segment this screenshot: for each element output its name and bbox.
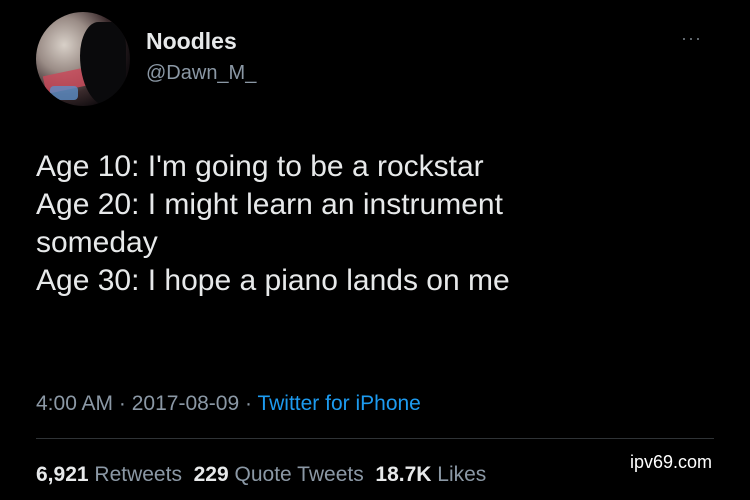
retweets-label: Retweets bbox=[94, 463, 182, 486]
likes-count: 18.7K bbox=[375, 463, 432, 486]
quote-tweets-label: Quote Tweets bbox=[234, 463, 364, 486]
retweets-count: 6,921 bbox=[36, 463, 89, 486]
avatar-detail bbox=[80, 22, 126, 106]
quote-tweets-stat[interactable]: 229 Quote Tweets bbox=[194, 463, 364, 486]
likes-label: Likes bbox=[437, 463, 487, 486]
retweets-stat[interactable]: 6,921 Retweets bbox=[36, 463, 182, 486]
divider bbox=[36, 438, 714, 439]
tweet-text: Age 10: I'm going to be a rockstar Age 2… bbox=[36, 148, 726, 300]
tweet-meta: 4:00 AM · 2017-08-09 · Twitter for iPhon… bbox=[36, 392, 421, 416]
tweet-line: Age 10: I'm going to be a rockstar bbox=[36, 150, 484, 183]
quote-tweets-count: 229 bbox=[193, 463, 229, 486]
tweet-line: Age 30: I hope a piano lands on me bbox=[36, 264, 510, 297]
tweet-date[interactable]: 2017-08-09 bbox=[132, 392, 239, 415]
tweet-line: someday bbox=[36, 226, 158, 259]
tweet-line: Age 20: I might learn an instrument bbox=[36, 188, 503, 221]
tweet-time[interactable]: 4:00 AM bbox=[36, 392, 113, 415]
display-name[interactable]: Noodles bbox=[146, 28, 237, 55]
watermark: ipv69.com bbox=[630, 452, 713, 472]
avatar[interactable] bbox=[36, 12, 130, 106]
meta-separator: · bbox=[113, 392, 132, 415]
more-horizontal-icon[interactable]: ··· bbox=[681, 28, 702, 49]
likes-stat[interactable]: 18.7K Likes bbox=[375, 463, 486, 486]
avatar-detail bbox=[50, 86, 78, 100]
tweet-source-link[interactable]: Twitter for iPhone bbox=[257, 392, 420, 415]
engagement-stats: 6,921 Retweets 229 Quote Tweets 18.7K Li… bbox=[36, 463, 486, 487]
user-handle[interactable]: @Dawn_M_ bbox=[146, 62, 256, 85]
meta-separator: · bbox=[239, 392, 258, 415]
